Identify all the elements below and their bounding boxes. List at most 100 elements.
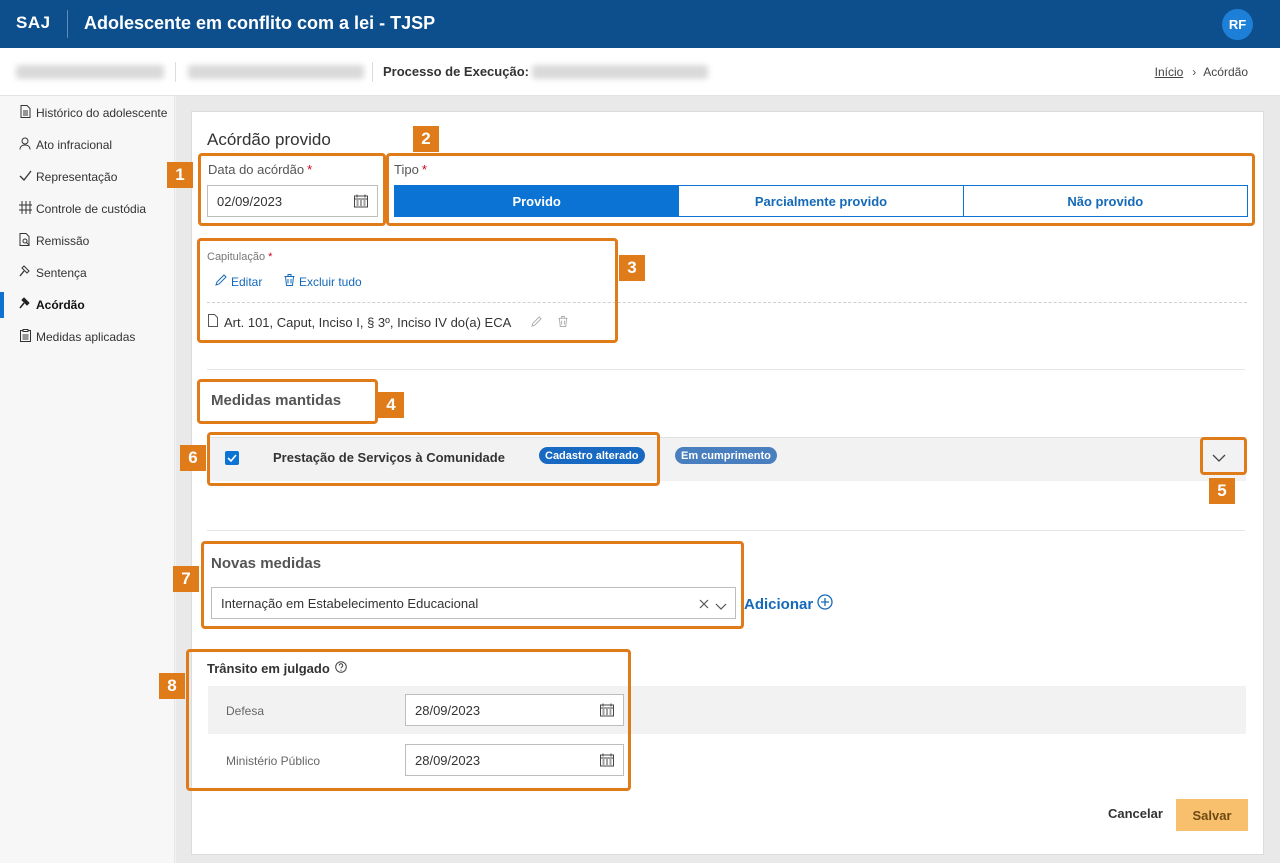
checkmark-icon [227, 454, 237, 463]
chevron-right-icon: › [1192, 65, 1197, 79]
transito-title-text: Trânsito em julgado [207, 661, 330, 676]
adicionar-button[interactable]: Adicionar [744, 594, 833, 614]
defesa-label: Defesa [226, 704, 265, 718]
app-header: SAJ Adolescente em conflito com a lei - … [0, 0, 1280, 48]
novas-medidas-value: Internação em Estabelecimento Educaciona… [221, 595, 479, 611]
redacted-process-number [188, 65, 364, 79]
chevron-down-icon[interactable] [1212, 451, 1226, 466]
sidebar: Histórico do adolescente Ato infracional… [0, 96, 175, 863]
app-title: Adolescente em conflito com a lei - TJSP [84, 13, 436, 33]
section-divider [207, 369, 1245, 370]
plus-circle-icon [817, 594, 833, 614]
grid-icon [18, 201, 32, 217]
annotation-number-1: 1 [167, 162, 193, 188]
sidebar-item-acordao[interactable]: Acórdão [0, 292, 175, 318]
sidebar-item-remissao[interactable]: Remissão [0, 228, 175, 254]
sidebar-item-label: Remissão [36, 234, 90, 248]
tipo-segmented-control: Provido Parcialmente provido Não provido [394, 185, 1248, 217]
ministerio-publico-date-input[interactable]: 28/09/2023 [405, 744, 624, 776]
required-mark: * [307, 162, 313, 177]
calendar-icon[interactable] [600, 753, 614, 767]
capitulacao-item: Art. 101, Caput, Inciso I, § 3º, Inciso … [208, 314, 568, 330]
sidebar-item-label: Ato infracional [36, 138, 113, 152]
novas-medidas-title: Novas medidas [211, 555, 322, 572]
user-avatar[interactable]: RF [1222, 9, 1253, 40]
tipo-label: Tipo * [394, 162, 427, 177]
gavel-icon [18, 265, 32, 281]
delete-all-capitulacao-button[interactable]: Excluir tudo [284, 274, 362, 289]
data-acordao-label-text: Data do acórdão [208, 162, 305, 177]
divider-dashed [207, 302, 1247, 303]
acordao-form-card [191, 111, 1264, 855]
redacted-adolescent-name [16, 65, 164, 79]
pencil-icon[interactable] [531, 315, 543, 330]
tipo-option-provido[interactable]: Provido [395, 186, 680, 216]
transito-title: Trânsito em julgado [207, 661, 347, 676]
clipboard-icon [18, 329, 32, 345]
trash-icon [284, 274, 295, 289]
delete-all-label: Excluir tudo [299, 274, 362, 289]
status-badge-em-cumprimento: Em cumprimento [675, 447, 777, 464]
data-acordao-label: Data do acórdão * [208, 162, 312, 177]
sidebar-item-label: Histórico do adolescente [36, 106, 168, 120]
sidebar-item-controle-custodia[interactable]: Controle de custódia [0, 196, 175, 222]
person-icon [18, 137, 32, 153]
novas-medidas-select[interactable]: Internação em Estabelecimento Educaciona… [211, 587, 736, 619]
sidebar-item-representacao[interactable]: Representação [0, 164, 175, 190]
document-icon [18, 105, 32, 121]
annotation-number-2: 2 [413, 126, 439, 152]
sidebar-item-label: Representação [36, 170, 118, 184]
sidebar-item-label: Medidas aplicadas [36, 330, 136, 344]
gavel-icon [18, 297, 32, 313]
annotation-number-7: 7 [173, 566, 199, 592]
capitulacao-item-text: Art. 101, Caput, Inciso I, § 3º, Inciso … [224, 314, 512, 330]
form-title: Acórdão provido [207, 130, 331, 149]
edit-capitulacao-button[interactable]: Editar [215, 274, 262, 289]
medida-checkbox[interactable] [225, 451, 239, 465]
sidebar-item-label: Sentença [36, 266, 87, 280]
adicionar-label: Adicionar [744, 595, 814, 613]
annotation-number-4: 4 [378, 392, 404, 418]
trash-icon[interactable] [558, 315, 568, 330]
tipo-option-nao-provido[interactable]: Não provido [963, 186, 1247, 216]
cancel-button[interactable]: Cancelar [1108, 806, 1163, 821]
sidebar-item-label: Acórdão [36, 298, 85, 312]
required-mark: * [421, 162, 427, 177]
chevron-down-icon[interactable] [715, 599, 727, 614]
clear-icon[interactable] [699, 597, 709, 612]
sidebar-item-ato-infracional[interactable]: Ato infracional [0, 132, 175, 158]
redacted-execution-number [532, 65, 708, 79]
brand-logo[interactable]: SAJ [16, 13, 51, 33]
sidebar-item-medidas-aplicadas[interactable]: Medidas aplicadas [0, 324, 175, 350]
required-mark: * [268, 251, 273, 263]
help-icon[interactable] [334, 661, 347, 676]
sidebar-item-historico[interactable]: Histórico do adolescente [0, 100, 175, 126]
breadcrumb: Início › Acórdão [1155, 65, 1248, 79]
pencil-icon [215, 274, 227, 289]
subbar-divider [372, 62, 373, 82]
ministerio-publico-label: Ministério Público [226, 754, 321, 768]
defesa-date-value: 28/09/2023 [415, 702, 481, 718]
tipo-option-parcialmente-provido[interactable]: Parcialmente provido [679, 186, 964, 216]
breadcrumb-home-link[interactable]: Início [1155, 65, 1184, 79]
tipo-label-text: Tipo [394, 162, 419, 177]
section-divider [207, 530, 1245, 531]
annotation-number-8: 8 [159, 673, 185, 699]
save-button[interactable]: Salvar [1176, 799, 1248, 831]
transito-defesa-row [208, 686, 1246, 734]
file-icon [208, 314, 218, 330]
defesa-date-input[interactable]: 28/09/2023 [405, 694, 624, 726]
medida-name: Prestação de Serviços à Comunidade [273, 450, 505, 465]
subbar-divider [175, 62, 176, 82]
capitulacao-label-text: Capitulação [207, 251, 266, 263]
annotation-number-6: 6 [180, 445, 206, 471]
data-acordao-input[interactable]: 02/09/2023 [207, 185, 378, 217]
ministerio-publico-date-value: 28/09/2023 [415, 752, 481, 768]
annotation-number-5: 5 [1209, 478, 1235, 504]
breadcrumb-current: Acórdão [1203, 65, 1248, 79]
calendar-icon[interactable] [354, 194, 368, 208]
sidebar-item-sentenca[interactable]: Sentença [0, 260, 175, 286]
document-search-icon [18, 233, 32, 249]
calendar-icon[interactable] [600, 703, 614, 717]
annotation-number-3: 3 [619, 255, 645, 281]
